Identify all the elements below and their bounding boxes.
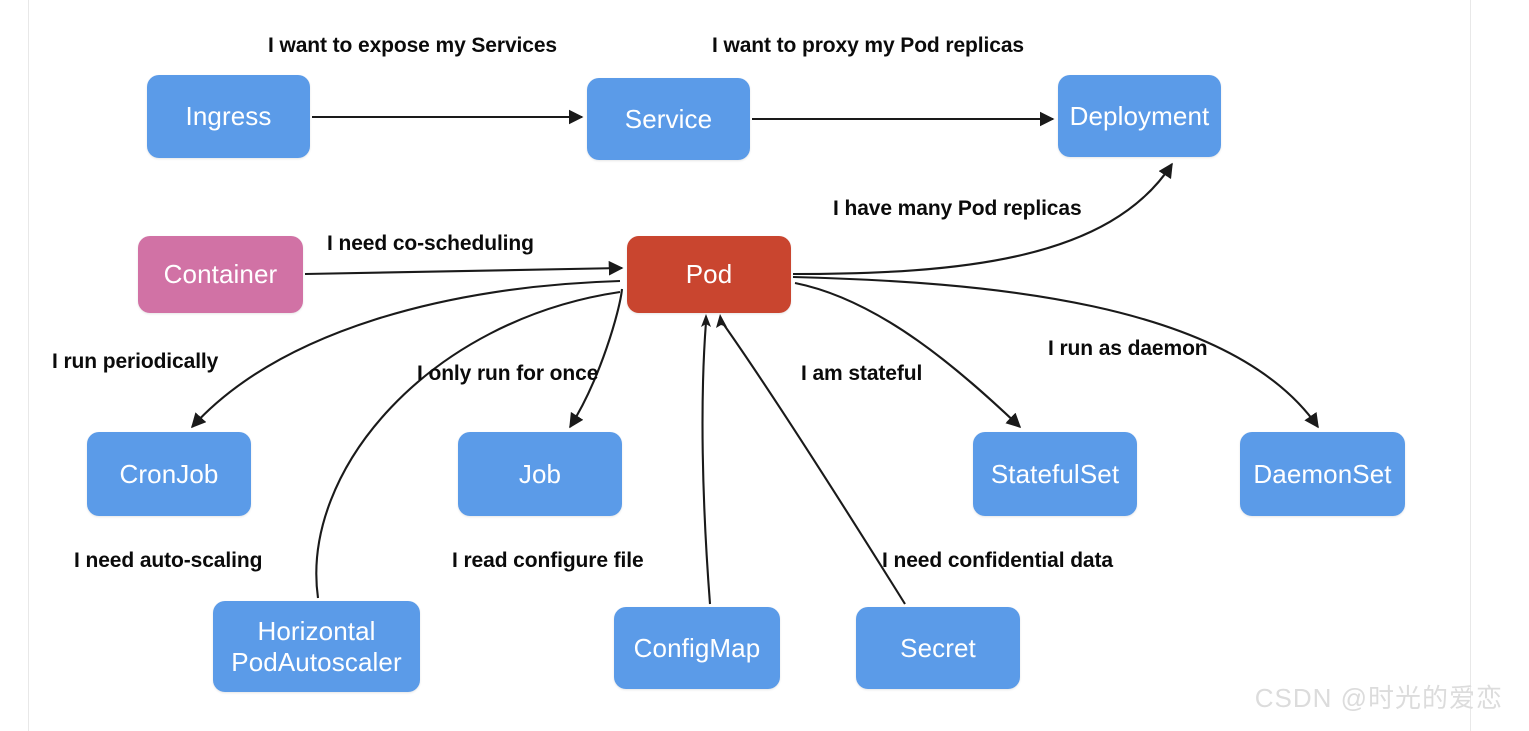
diagram-canvas: Ingress Service Deployment Container Pod…: [0, 0, 1529, 731]
edge-label-configmap-pod: I read configure file: [452, 549, 644, 572]
edge-label-pod-statefulset: I am stateful: [801, 362, 923, 385]
node-cronjob[interactable]: CronJob: [87, 432, 251, 516]
edge-label-job-pod: I only run for once: [417, 362, 599, 385]
node-service[interactable]: Service: [587, 78, 750, 160]
arrowhead-secret-pod: [716, 314, 727, 328]
edge-label-pod-daemonset: I run as daemon: [1048, 337, 1208, 360]
pod-incoming-arrowheads: [701, 314, 727, 328]
node-job[interactable]: Job: [458, 432, 622, 516]
node-configmap[interactable]: ConfigMap: [614, 607, 780, 689]
edge-label-secret-pod: I need confidential data: [882, 549, 1113, 572]
connector-configmap-pod: [701, 321, 712, 605]
arrowhead-configmap-pod: [701, 314, 711, 327]
edge-label-pod-deployment: I have many Pod replicas: [833, 197, 1082, 220]
node-statefulset[interactable]: StatefulSet: [973, 432, 1137, 516]
edge-label-ingress-service: I want to expose my Services: [268, 34, 557, 57]
connector-container-pod: [304, 260, 624, 276]
node-container[interactable]: Container: [138, 236, 303, 313]
node-daemonset[interactable]: DaemonSet: [1240, 432, 1405, 516]
edge-label-service-deployment: I want to proxy my Pod replicas: [712, 34, 1024, 57]
node-ingress[interactable]: Ingress: [147, 75, 310, 158]
edge-label-cronjob-pod: I run periodically: [52, 350, 219, 373]
node-pod[interactable]: Pod: [627, 236, 791, 313]
edge-label-hpa-pod: I need auto-scaling: [74, 549, 263, 572]
connector-pod-statefulset: [794, 281, 1022, 429]
node-secret[interactable]: Secret: [856, 607, 1020, 689]
node-horizontal-pod-autoscaler[interactable]: Horizontal PodAutoscaler: [213, 601, 420, 692]
right-margin-rule: [1470, 0, 1471, 731]
csdn-watermark: CSDN @时光的爱恋: [1254, 683, 1503, 713]
edge-label-container-pod: I need co-scheduling: [327, 232, 534, 255]
connector-job-pod: [569, 288, 624, 429]
left-margin-rule: [28, 0, 29, 731]
node-deployment[interactable]: Deployment: [1058, 75, 1221, 157]
